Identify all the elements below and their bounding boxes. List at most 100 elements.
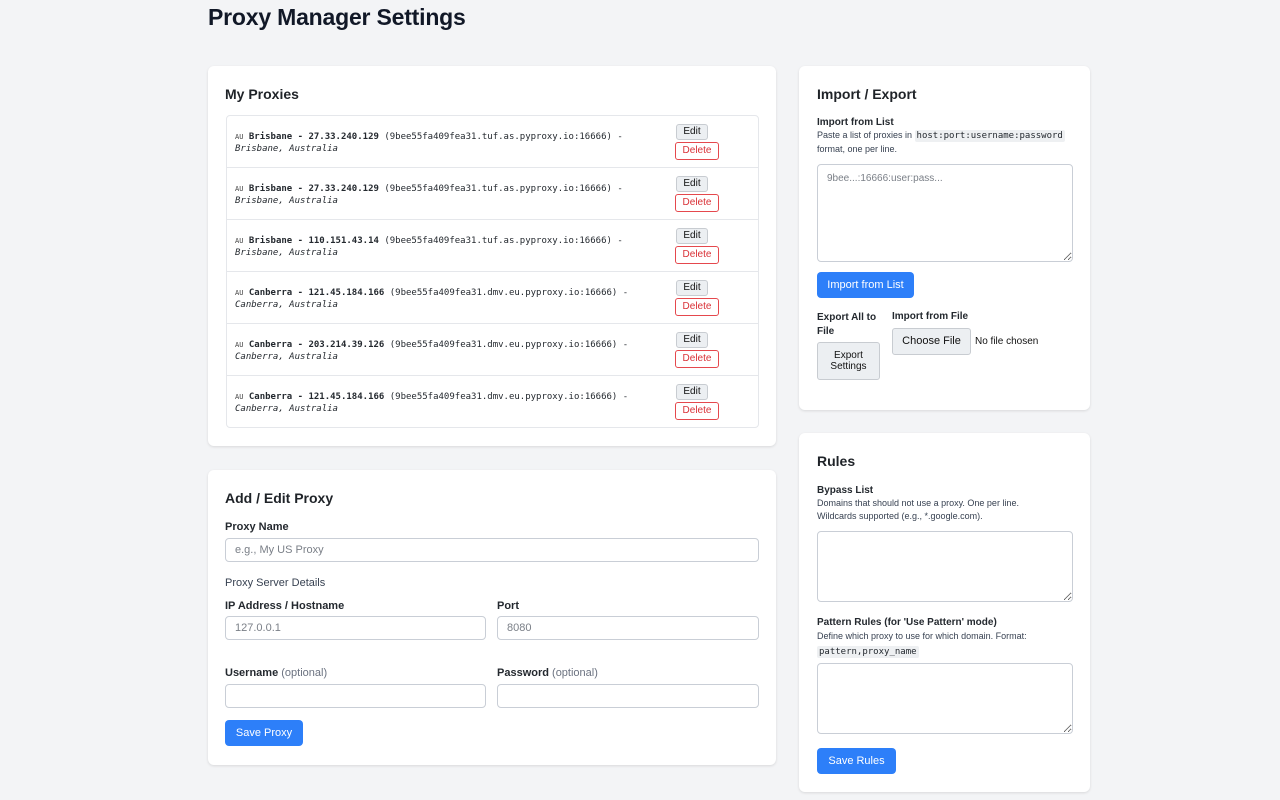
ip-label: IP Address / Hostname [225,600,345,612]
proxy-location: Canberra, Australia [235,352,338,362]
pattern-help-text: Define which proxy to use for which doma… [817,629,1073,660]
delete-button[interactable]: Delete [675,350,719,368]
username-label-text: Username [225,667,279,679]
help-suffix: format, one per line. [817,144,898,154]
optional-hint: (optional) [552,667,598,679]
port-input[interactable] [497,616,759,640]
proxy-details: AU Canberra - 203.214.39.126 (9bee55fa40… [235,339,667,363]
edit-button[interactable]: Edit [676,332,708,348]
proxy-row: AU Canberra - 121.45.184.166 (9bee55fa40… [227,376,758,427]
proxy-details: AU Brisbane - 27.33.240.129 (9bee55fa409… [235,131,667,155]
flag-label: AU [235,341,244,349]
export-label: Export All to File [817,312,877,337]
pattern-textarea[interactable] [817,663,1073,734]
bypass-textarea[interactable] [817,531,1073,602]
edit-button[interactable]: Edit [676,176,708,192]
proxy-name: Canberra - 121.45.184.166 [248,392,385,402]
proxy-host: (9bee55fa409fea31.dmv.eu.pyproxy.io:1666… [389,288,618,298]
delete-button[interactable]: Delete [675,298,719,316]
separator: - [617,288,629,298]
proxy-name: Brisbane - 27.33.240.129 [248,132,379,142]
import-file-label: Import from File [892,311,969,322]
separator: - [617,340,629,350]
rules-title: Rules [817,453,856,469]
import-from-list-button[interactable]: Import from List [817,272,914,298]
server-details-label: Proxy Server Details [225,577,326,589]
delete-button[interactable]: Delete [675,246,719,264]
pattern-help-prefix: Define which proxy to use for which doma… [817,631,1027,641]
proxy-location: Brisbane, Australia [235,196,338,206]
flag-label: AU [235,393,244,401]
proxy-row: AU Brisbane - 110.151.43.14 (9bee55fa409… [227,220,758,272]
add-edit-proxy-card: Add / Edit Proxy Proxy Name Proxy Server… [208,470,776,765]
password-input[interactable] [497,684,759,708]
proxy-host: (9bee55fa409fea31.dmv.eu.pyproxy.io:1666… [389,392,618,402]
import-export-title: Import / Export [817,86,917,102]
edit-button[interactable]: Edit [676,280,708,296]
username-input[interactable] [225,684,486,708]
optional-hint: (optional) [281,667,328,679]
proxy-location: Brisbane, Australia [235,248,338,258]
proxy-host: (9bee55fa409fea31.tuf.as.pyproxy.io:1666… [384,132,612,142]
proxy-name-label: Proxy Name [225,521,289,533]
import-list-label: Import from List [817,117,894,128]
flag-label: AU [235,289,244,297]
delete-button[interactable]: Delete [675,194,719,212]
import-export-card: Import / Export Import from List Paste a… [799,66,1090,410]
bypass-label: Bypass List [817,485,874,496]
page-title: Proxy Manager Settings [208,4,466,30]
proxy-location: Brisbane, Australia [235,144,338,154]
import-help-text: Paste a list of proxies in host:port:use… [817,129,1073,156]
separator: - [611,184,623,194]
save-proxy-button[interactable]: Save Proxy [225,720,303,746]
delete-button[interactable]: Delete [675,142,719,160]
ip-input[interactable] [225,616,486,640]
password-label-text: Password [497,667,549,679]
rules-card: Rules Bypass List Domains that should no… [799,433,1090,792]
format-code: host:port:username:password [914,130,1065,142]
proxy-location: Canberra, Australia [235,404,338,414]
proxy-details: AU Brisbane - 27.33.240.129 (9bee55fa409… [235,183,667,207]
proxy-name: Canberra - 203.214.39.126 [248,340,385,350]
pattern-label: Pattern Rules (for 'Use Pattern' mode) [817,617,997,628]
help-prefix: Paste a list of proxies in [817,130,915,140]
separator: - [611,236,623,246]
flag-label: AU [235,185,244,193]
proxy-row: AU Brisbane - 27.33.240.129 (9bee55fa409… [227,116,758,168]
proxy-host: (9bee55fa409fea31.tuf.as.pyproxy.io:1666… [384,184,612,194]
my-proxies-title: My Proxies [225,86,299,102]
pattern-format-code: pattern,proxy_name [817,646,919,658]
bypass-help-text: Domains that should not use a proxy. One… [817,498,1019,521]
proxy-name: Canberra - 121.45.184.166 [248,288,385,298]
proxy-host: (9bee55fa409fea31.dmv.eu.pyproxy.io:1666… [389,340,618,350]
proxy-name: Brisbane - 27.33.240.129 [248,184,379,194]
edit-button[interactable]: Edit [676,384,708,400]
export-settings-button[interactable]: Export Settings [817,342,880,380]
separator: - [617,392,629,402]
edit-button[interactable]: Edit [676,124,708,140]
save-rules-button[interactable]: Save Rules [817,748,896,774]
proxy-row: AU Brisbane - 27.33.240.129 (9bee55fa409… [227,168,758,220]
proxy-name: Brisbane - 110.151.43.14 [248,236,379,246]
no-file-text: No file chosen [975,336,1039,347]
username-label: Username (optional) [225,667,327,679]
edit-button[interactable]: Edit [676,228,708,244]
add-edit-title: Add / Edit Proxy [225,490,334,506]
proxy-row: AU Canberra - 203.214.39.126 (9bee55fa40… [227,324,758,376]
import-textarea[interactable] [817,164,1073,262]
proxy-details: AU Brisbane - 110.151.43.14 (9bee55fa409… [235,235,667,259]
proxy-host: (9bee55fa409fea31.tuf.as.pyproxy.io:1666… [384,236,612,246]
proxy-list: AU Brisbane - 27.33.240.129 (9bee55fa409… [226,115,759,428]
password-label: Password (optional) [497,667,598,679]
proxy-location: Canberra, Australia [235,300,338,310]
proxy-details: AU Canberra - 121.45.184.166 (9bee55fa40… [235,391,667,415]
proxy-row: AU Canberra - 121.45.184.166 (9bee55fa40… [227,272,758,324]
flag-label: AU [235,133,244,141]
my-proxies-card: My Proxies AU Brisbane - 27.33.240.129 (… [208,66,776,446]
separator: - [611,132,623,142]
flag-label: AU [235,237,244,245]
proxy-name-input[interactable] [225,538,759,562]
port-label: Port [497,600,519,612]
choose-file-button[interactable]: Choose File [892,328,971,355]
delete-button[interactable]: Delete [675,402,719,420]
